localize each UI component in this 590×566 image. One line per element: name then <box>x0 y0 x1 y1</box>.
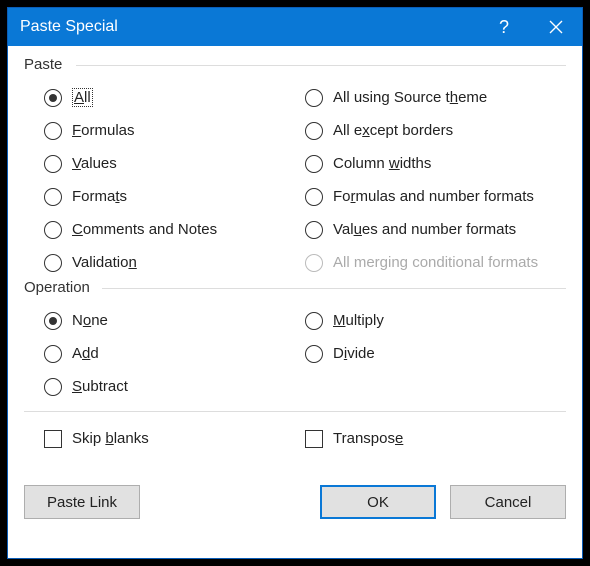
radio-icon <box>44 221 62 239</box>
paste-label: Values and number formats <box>333 221 516 238</box>
radio-icon <box>44 254 62 272</box>
titlebar: Paste Special ? <box>8 8 582 46</box>
paste-option[interactable]: All <box>44 81 305 114</box>
radio-icon <box>305 122 323 140</box>
paste-option[interactable]: All except borders <box>305 114 566 147</box>
paste-special-dialog: Paste Special ? Paste All Formulas Values F… <box>7 7 583 559</box>
paste-option: All merging conditional formats <box>305 246 566 279</box>
radio-icon <box>44 188 62 206</box>
operation-options: None Add Subtract Multiply Divide <box>24 304 566 403</box>
operation-label: Add <box>72 345 99 362</box>
operation-label: None <box>72 312 108 329</box>
paste-label: All <box>72 89 93 106</box>
paste-label: Formulas <box>72 122 135 139</box>
ok-button[interactable]: OK <box>320 485 436 519</box>
radio-icon <box>44 378 62 396</box>
radio-icon <box>44 155 62 173</box>
radio-icon <box>305 89 323 107</box>
operation-label: Multiply <box>333 312 384 329</box>
paste-link-button[interactable]: Paste Link <box>24 485 140 519</box>
divider <box>24 411 566 412</box>
operation-option[interactable]: None <box>44 304 305 337</box>
radio-icon <box>44 122 62 140</box>
cancel-button[interactable]: Cancel <box>450 485 566 519</box>
paste-option[interactable]: Values <box>44 147 305 180</box>
radio-icon <box>305 155 323 173</box>
operation-label: Subtract <box>72 378 128 395</box>
radio-icon <box>44 312 62 330</box>
paste-label: Comments and Notes <box>72 221 217 238</box>
radio-icon <box>305 312 323 330</box>
radio-icon <box>305 345 323 363</box>
paste-label: All using Source theme <box>333 89 487 106</box>
operation-option[interactable]: Multiply <box>305 304 566 337</box>
checkbox-icon <box>44 430 62 448</box>
operation-option[interactable]: Divide <box>305 337 566 370</box>
check-options: Skip blanks Transpose <box>24 422 566 455</box>
paste-option[interactable]: Formulas <box>44 114 305 147</box>
skip-blanks-checkbox[interactable]: Skip blanks <box>44 422 305 455</box>
radio-icon <box>44 345 62 363</box>
paste-option[interactable]: Column widths <box>305 147 566 180</box>
paste-option[interactable]: Formulas and number formats <box>305 180 566 213</box>
paste-label: All except borders <box>333 122 453 139</box>
paste-option[interactable]: Comments and Notes <box>44 213 305 246</box>
paste-options: All Formulas Values Formats Comments and Not… <box>24 81 566 279</box>
skip-blanks-label: Skip blanks <box>72 430 149 447</box>
paste-option[interactable]: Values and number formats <box>305 213 566 246</box>
transpose-label: Transpose <box>333 430 403 447</box>
operation-option[interactable]: Subtract <box>44 370 305 403</box>
paste-group-label: Paste <box>24 56 566 73</box>
radio-icon <box>305 188 323 206</box>
paste-option[interactable]: Validation <box>44 246 305 279</box>
button-bar: Paste Link OK Cancel <box>24 485 566 519</box>
paste-label: Formats <box>72 188 127 205</box>
paste-option[interactable]: All using Source theme <box>305 81 566 114</box>
paste-label: Validation <box>72 254 137 271</box>
operation-label: Divide <box>333 345 375 362</box>
paste-label: All merging conditional formats <box>333 254 538 271</box>
radio-icon <box>305 221 323 239</box>
operation-group-label: Operation <box>24 279 566 296</box>
checkbox-icon <box>305 430 323 448</box>
paste-label: Column widths <box>333 155 431 172</box>
help-button[interactable]: ? <box>478 8 530 46</box>
operation-option[interactable]: Add <box>44 337 305 370</box>
dialog-title: Paste Special <box>20 18 478 36</box>
paste-label: Values <box>72 155 117 172</box>
paste-label: Formulas and number formats <box>333 188 534 205</box>
close-button[interactable] <box>530 8 582 46</box>
transpose-checkbox[interactable]: Transpose <box>305 422 566 455</box>
radio-icon <box>44 89 62 107</box>
radio-icon <box>305 254 323 272</box>
paste-option[interactable]: Formats <box>44 180 305 213</box>
